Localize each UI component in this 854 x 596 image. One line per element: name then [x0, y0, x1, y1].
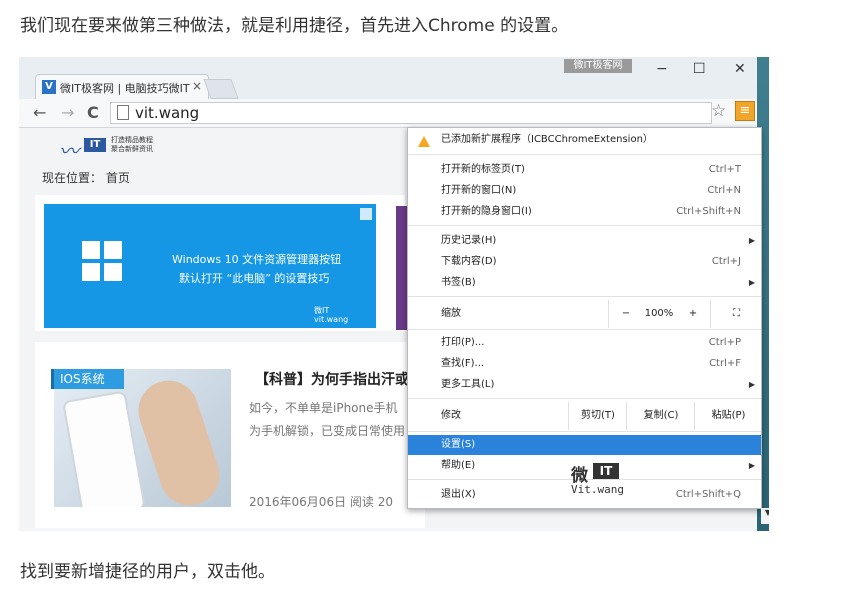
logo-it: IT	[84, 138, 106, 152]
menu-more-tools[interactable]: 更多工具(L) ▶	[408, 375, 761, 395]
menu-bookmarks[interactable]: 书签(B) ▶	[408, 273, 761, 293]
menu-zoom-row: 缩放 − 100% + ⛶	[408, 300, 761, 328]
menu-find[interactable]: 查找(F)... Ctrl+F	[408, 354, 761, 374]
address-bar[interactable]: vit.wang	[110, 102, 712, 124]
minimize-button[interactable]: −	[656, 61, 668, 77]
address-bar-url: vit.wang	[135, 104, 200, 122]
banner-corner-icon	[360, 208, 372, 220]
cut-button[interactable]: 剪切(T)	[568, 402, 627, 430]
featured-banner[interactable]: Windows 10 文件资源管理器按钮 默认打开 “此电脑” 的设置技巧 微I…	[44, 204, 376, 328]
breadcrumb: 现在位置： 首页	[42, 171, 130, 185]
chrome-menu-button[interactable]: ≡	[735, 101, 755, 121]
menu-new-incognito[interactable]: 打开新的隐身窗口(I) Ctrl+Shift+N	[408, 202, 761, 222]
banner-brand: 微IT vit.wang	[314, 306, 349, 324]
extension-notice[interactable]: 已添加新扩展程序（ICBCChromeExtension）	[408, 130, 761, 150]
submenu-arrow-icon: ▶	[748, 380, 755, 389]
scroll-down-arrow-icon[interactable]: ▼	[761, 508, 769, 524]
article-card[interactable]: IOS系统 【科普】为何手指出汗或 如今，不单单是iPhone手机 为手机解锁，…	[35, 342, 425, 528]
zoom-level: 100%	[644, 308, 674, 319]
zoom-in-button[interactable]: +	[676, 300, 710, 328]
new-tab-button[interactable]	[203, 79, 239, 99]
article-meta: 2016年06月06日 阅读 20	[249, 495, 393, 509]
page-icon	[117, 105, 129, 120]
watermark: 微 IT Vit.wang	[571, 463, 624, 496]
logo-tagline: 打造精品教程 聚合新鲜资讯	[111, 136, 153, 153]
intro-paragraph: 我们现在要来做第三种做法，就是利用捷径，首先进入Chrome 的设置。	[20, 16, 569, 36]
tab-close-icon[interactable]: ×	[192, 79, 202, 93]
browser-toolbar: ← → C vit.wang ☆ ≡	[19, 99, 757, 128]
menu-new-window[interactable]: 打开新的窗口(N) Ctrl+N	[408, 181, 761, 201]
watermark-label: 微IT极客网	[564, 59, 632, 73]
reload-button[interactable]: C	[87, 103, 99, 122]
menu-downloads[interactable]: 下载内容(D) Ctrl+J	[408, 252, 761, 272]
submenu-arrow-icon: ▶	[748, 278, 755, 287]
featured-card[interactable]: Windows 10 文件资源管理器按钮 默认打开 “此电脑” 的设置技巧 微I…	[35, 195, 405, 331]
windows-logo-icon	[82, 241, 122, 281]
article-excerpt-line: 如今，不单单是iPhone手机	[249, 401, 398, 415]
menu-new-tab[interactable]: 打开新的标签页(T) Ctrl+T	[408, 160, 761, 180]
banner-subtitle: 默认打开 “此电脑” 的设置技巧	[179, 272, 330, 285]
menu-history[interactable]: 历史记录(H) ▶	[408, 231, 761, 251]
iphone-image	[62, 390, 146, 507]
logo-swoosh-icon: 〰	[59, 139, 79, 163]
article-excerpt-line: 为手机解锁，已变成日常使用	[249, 424, 406, 438]
site-favicon-icon: V	[42, 80, 56, 94]
bookmark-star-icon[interactable]: ☆	[711, 101, 726, 121]
category-tag[interactable]: IOS系统	[51, 369, 124, 389]
tab-bar: V 微IT极客网 | 电脑技巧微IT × 微IT极客网 − ☐ ✕	[19, 57, 757, 100]
submenu-arrow-icon: ▶	[748, 236, 755, 245]
warning-icon	[418, 136, 430, 147]
followup-paragraph: 找到要新增捷径的用户，双击他。	[20, 562, 275, 582]
copy-button[interactable]: 复制(C)	[626, 402, 695, 430]
close-window-button[interactable]: ✕	[734, 61, 746, 77]
article-headline[interactable]: 【科普】为何手指出汗或	[255, 369, 409, 389]
paste-button[interactable]: 粘贴(P)	[694, 402, 762, 430]
browser-screenshot: V 微IT极客网 | 电脑技巧微IT × 微IT极客网 − ☐ ✕ ← → C …	[19, 57, 769, 531]
menu-settings[interactable]: 设置(S)	[408, 435, 761, 455]
article-thumbnail[interactable]	[54, 369, 231, 507]
maximize-button[interactable]: ☐	[693, 61, 706, 77]
submenu-arrow-icon: ▶	[748, 461, 755, 470]
back-button[interactable]: ←	[33, 103, 46, 122]
banner-title: Windows 10 文件资源管理器按钮	[172, 253, 342, 266]
fullscreen-icon[interactable]: ⛶	[710, 300, 762, 328]
menu-print[interactable]: 打印(P)... Ctrl+P	[408, 333, 761, 353]
browser-tab[interactable]: V 微IT极客网 | 电脑技巧微IT ×	[35, 74, 209, 100]
finger-image	[130, 372, 228, 507]
menu-edit-row: 修改 剪切(T) 复制(C) 粘贴(P)	[408, 402, 761, 430]
chrome-menu: 已添加新扩展程序（ICBCChromeExtension） 打开新的标签页(T)…	[407, 127, 762, 509]
zoom-out-button[interactable]: −	[608, 300, 643, 328]
tab-title: 微IT极客网 | 电脑技巧微IT	[60, 82, 190, 95]
forward-button[interactable]: →	[61, 103, 74, 122]
